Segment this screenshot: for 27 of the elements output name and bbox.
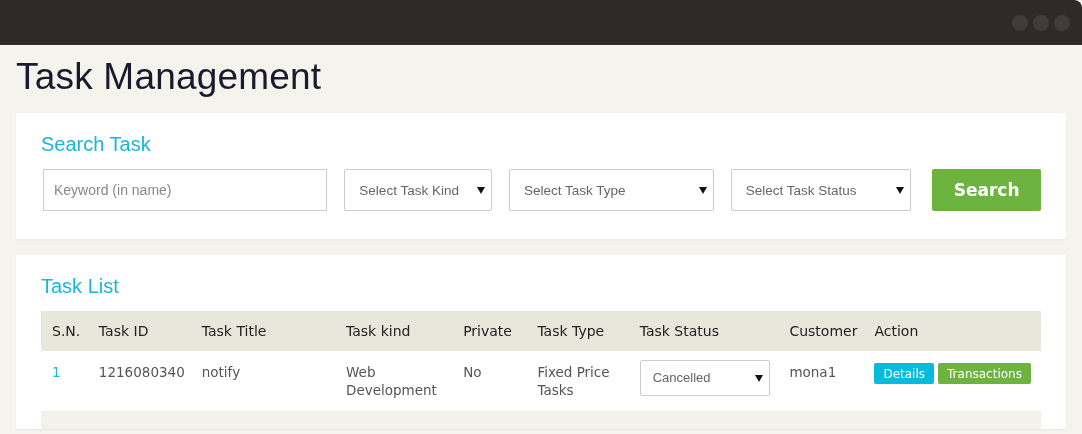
table-cell: 1216080340 xyxy=(87,351,191,411)
column-header: Task kind xyxy=(335,311,453,351)
table-cell: mona1 xyxy=(778,351,864,411)
card-title: Search Task xyxy=(41,133,152,156)
column-header: Task ID xyxy=(87,311,191,351)
table-cell: notify xyxy=(190,351,335,411)
column-header: S.N. xyxy=(41,311,88,351)
status-select[interactable]: Cancelled xyxy=(639,360,770,396)
select-dropdown[interactable]: Select Task Status xyxy=(730,169,912,211)
caret-icon xyxy=(698,186,707,194)
column-header: Task Status xyxy=(628,311,779,351)
page-title: Task Management xyxy=(15,55,323,99)
column-header: Private xyxy=(452,311,527,351)
column-header: Customer xyxy=(778,311,864,351)
table-cell: Web Development xyxy=(335,351,453,411)
caret-icon xyxy=(477,186,486,194)
select-dropdown[interactable]: Select Task Kind xyxy=(344,169,493,211)
table-cell: No xyxy=(452,351,527,411)
table-cell: Fixed Price Tasks xyxy=(526,351,629,411)
caret-icon xyxy=(754,374,763,382)
card-title: Task List xyxy=(41,275,120,298)
select-dropdown[interactable]: Select Task Type xyxy=(509,169,714,211)
column-header: Task Title xyxy=(190,311,335,351)
caret-icon xyxy=(896,186,905,194)
keyword-input[interactable]: Keyword (in name) xyxy=(43,169,328,211)
column-header: Task Type xyxy=(526,311,629,351)
column-header: Action xyxy=(863,311,1041,351)
